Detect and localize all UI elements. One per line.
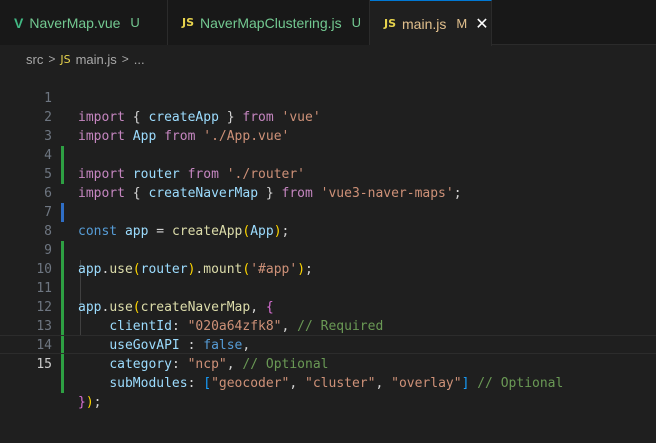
chevron-right-icon: > <box>121 52 129 66</box>
js-file-icon: JS <box>182 16 195 29</box>
line-number: 15 <box>36 357 52 372</box>
code-line[interactable]: 10 app.use(createNaverMap, { <box>0 241 656 315</box>
code-line[interactable]: 11 clientId: "020a64zfk8", // Required <box>0 260 656 334</box>
code-text: subModules: ["geocoder", "cluster", "ove… <box>109 376 564 391</box>
code-editor[interactable]: 1 import { createApp } from 'vue' 2 impo… <box>0 70 656 443</box>
breadcrumb: src > JS main.js > ... <box>26 49 145 69</box>
code-line[interactable]: 2 import App from './App.vue' <box>0 89 656 144</box>
untracked-badge: U <box>351 15 362 30</box>
tab-navermapclustering-js[interactable]: JS NaverMapClustering.js U <box>168 0 370 45</box>
code-text: }); <box>78 395 102 410</box>
breadcrumb-symbols[interactable]: ... <box>134 52 145 67</box>
code-line[interactable]: 4 import { createNaverMap } from 'vue3-n… <box>0 127 656 201</box>
tab-label: NaverMap.vue <box>29 14 121 31</box>
code-line[interactable]: 7 <box>0 184 656 220</box>
tab-label: NaverMapClustering.js <box>200 14 342 31</box>
breadcrumb-file[interactable]: main.js <box>76 52 117 67</box>
tab-navermap-vue[interactable]: V NaverMap.vue U <box>0 0 168 45</box>
code-text: category: "ncp", // Optional <box>109 357 329 372</box>
code-line-current[interactable]: 15 }); <box>0 335 656 410</box>
code-line[interactable]: 14 subModules: ["geocoder", "cluster", "… <box>0 317 656 391</box>
added-line-marker[interactable] <box>61 355 64 374</box>
breadcrumb-folder[interactable]: src <box>26 52 43 67</box>
code-line[interactable]: 12 useGovAPI : false, <box>0 279 656 353</box>
code-line[interactable]: 9 <box>0 222 656 279</box>
close-icon[interactable]: ✕ <box>475 14 488 34</box>
code-line[interactable]: 8 app.use(router).mount('#app'); <box>0 203 656 277</box>
code-line[interactable]: 5 <box>0 146 656 182</box>
vue-file-icon: V <box>14 14 24 31</box>
tab-main-js[interactable]: JS main.js M ✕ <box>370 0 492 46</box>
tab-label: main.js <box>402 15 447 32</box>
code-line[interactable]: 1 import { createApp } from 'vue' <box>0 70 656 125</box>
code-line[interactable]: 6 const app = createApp(App); <box>0 165 656 239</box>
code-line[interactable]: 13 category: "ncp", // Optional <box>0 298 656 372</box>
modified-badge: M <box>456 16 468 31</box>
js-file-icon: JS <box>384 17 397 30</box>
code-line[interactable]: 3 import router from './router' <box>0 108 656 182</box>
untracked-badge: U <box>130 15 140 30</box>
js-file-icon: JS <box>60 52 71 66</box>
added-line-marker[interactable] <box>61 374 64 393</box>
chevron-right-icon: > <box>48 52 56 66</box>
editor-tab-bar: V NaverMap.vue U JS NaverMapClustering.j… <box>0 0 656 46</box>
